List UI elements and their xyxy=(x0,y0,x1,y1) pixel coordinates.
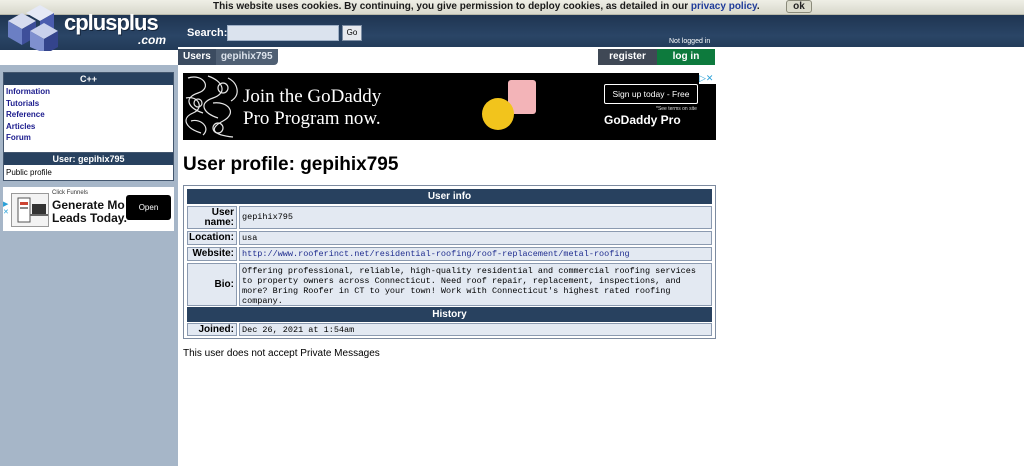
sidebar-item-information[interactable]: Information xyxy=(4,86,173,98)
register-button[interactable]: register xyxy=(598,49,657,65)
login-status: Not logged in xyxy=(669,38,711,45)
banner-terms: *See terms on site xyxy=(656,106,697,112)
breadcrumb: Users gepihix795 xyxy=(178,49,278,65)
logo-tld: .com xyxy=(138,33,167,47)
user-info-heading: User info xyxy=(187,189,712,204)
godaddy-logo: GoDaddy Pro xyxy=(604,113,681,127)
joined-value: Dec 26, 2021 at 1:54am xyxy=(239,323,712,336)
cookie-message: This website uses cookies. By continuing… xyxy=(213,1,689,12)
cpp-menu-title: C++ xyxy=(4,73,173,85)
user-menu: User: gepihix795 Public profile xyxy=(3,152,174,181)
location-value: usa xyxy=(239,231,712,245)
joined-label: Joined: xyxy=(187,323,237,336)
breadcrumb-users[interactable]: Users xyxy=(178,49,216,65)
website-value: http://www.rooferinct.net/residential-ro… xyxy=(239,247,712,261)
ad-open-button[interactable]: Open xyxy=(126,195,171,220)
sidebar-item-public-profile[interactable]: Public profile xyxy=(4,165,173,178)
sidebar-advertisement[interactable]: ▶ ✕ Click Funnels Generate Mo Leads Today… xyxy=(3,187,174,231)
username-label: User name: xyxy=(187,206,237,229)
sidebar-item-articles[interactable]: Articles xyxy=(4,121,173,133)
banner-line-1: Join the GoDaddy xyxy=(243,86,382,107)
website-link[interactable]: http://www.rooferinct.net/residential-ro… xyxy=(242,249,630,259)
cookie-text: This website uses cookies. By continuing… xyxy=(213,1,760,12)
bio-value: Offering professional, reliable, high-qu… xyxy=(239,263,712,306)
privacy-policy-link[interactable]: privacy policy xyxy=(691,1,757,12)
username-value: gepihix795 xyxy=(239,206,712,229)
cpp-menu: C++ Information Tutorials Reference Arti… xyxy=(3,72,174,153)
right-gutter xyxy=(1020,65,1024,352)
page-title: User profile: gepihix795 xyxy=(183,154,399,175)
search-go-button[interactable]: Go xyxy=(342,25,362,41)
login-button[interactable]: log in xyxy=(657,49,715,65)
bio-label: Bio: xyxy=(187,263,237,306)
banner-headline: Join the GoDaddy Pro Program now. xyxy=(243,86,381,130)
user-menu-title: User: gepihix795 xyxy=(4,153,173,165)
website-label: Website: xyxy=(187,247,237,261)
site-logo[interactable]: cplusplus .com xyxy=(4,0,176,52)
location-label: Location: xyxy=(187,231,237,245)
cookie-ok-button[interactable]: ok xyxy=(786,0,812,13)
banner-line-2: Pro Program now. xyxy=(243,108,381,129)
ad-choices-icon[interactable]: ▷✕ xyxy=(699,73,716,84)
ad-brand: Click Funnels xyxy=(52,190,89,196)
ad-headline: Generate Mo Leads Today. xyxy=(52,199,127,225)
breadcrumb-current-user[interactable]: gepihix795 xyxy=(216,49,278,65)
ad-headline-line-2: Leads Today. xyxy=(52,211,127,225)
search-input[interactable] xyxy=(227,25,339,41)
banner-pattern-image xyxy=(185,75,238,138)
sidebar-item-tutorials[interactable]: Tutorials xyxy=(4,98,173,110)
sidebar-item-reference[interactable]: Reference xyxy=(4,109,173,121)
history-heading: History xyxy=(187,307,712,322)
banner-advertisement[interactable]: Join the GoDaddy Pro Program now. Sign u… xyxy=(183,73,716,140)
search-label: Search: xyxy=(187,27,228,39)
banner-signup-button[interactable]: Sign up today - Free xyxy=(604,84,698,104)
sidebar: C++ Information Tutorials Reference Arti… xyxy=(0,65,178,466)
ad-choices-icon[interactable]: ▶ ✕ xyxy=(3,201,11,219)
sidebar-item-forum[interactable]: Forum xyxy=(4,132,173,144)
profile-table: User info User name: gepihix795 Location… xyxy=(183,185,716,339)
banner-badge-icon xyxy=(482,98,514,130)
private-messages-note: This user does not accept Private Messag… xyxy=(183,348,380,359)
ad-thumbnail-image xyxy=(11,193,49,227)
cubes-logo-icon xyxy=(8,5,58,51)
